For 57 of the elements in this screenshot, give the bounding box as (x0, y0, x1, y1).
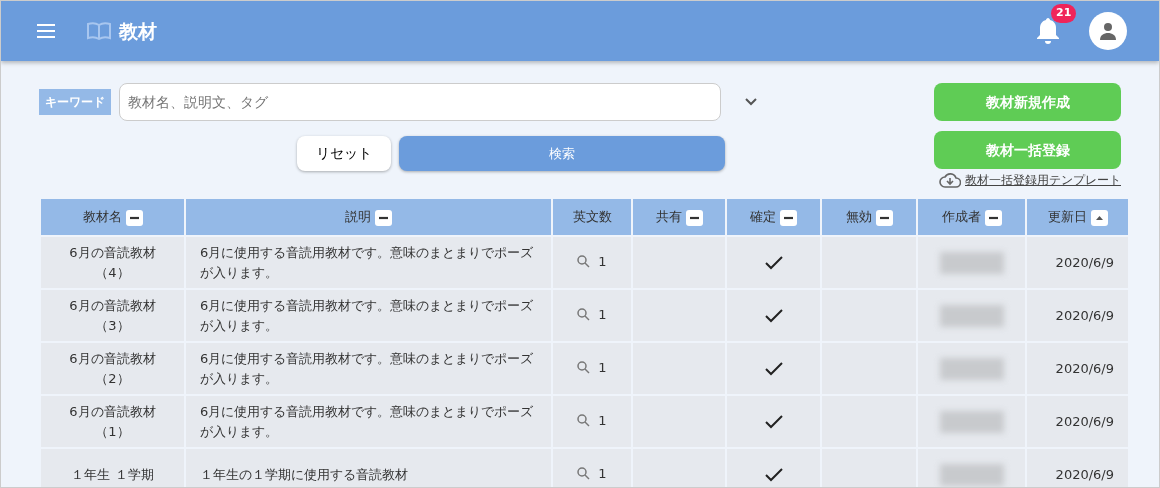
sentence-count-link[interactable]: 1 (577, 410, 607, 431)
description-text: 6月に使用する音読用教材です。意味のまとまりでポーズが入ります。 (200, 404, 534, 439)
collapse-toggle-icon[interactable] (375, 209, 392, 226)
updated-date: 2020/6/9 (1055, 307, 1114, 323)
template-link[interactable]: 教材一括登録用テンプレート (965, 171, 1121, 189)
column-header: 確定 (750, 209, 776, 225)
column-header: 作成者 (941, 209, 981, 225)
search-icon (577, 413, 591, 427)
notification-count: 21 (1051, 4, 1077, 23)
description-text: １年生の１学期に使用する音読教材 (200, 466, 408, 482)
sort-toggle-icon[interactable] (1090, 209, 1108, 226)
material-name: 6月の音読教材（3） (69, 298, 156, 333)
blurred-name (939, 410, 1004, 433)
page-title: 教材 (119, 18, 157, 44)
blurred-name (939, 357, 1004, 380)
material-name: 6月の音読教材（2） (69, 351, 156, 386)
collapse-toggle-icon[interactable] (685, 209, 703, 226)
blurred-name (939, 251, 1004, 274)
material-name: １年生 １学期 (71, 466, 154, 482)
column-header: 英文数 (572, 209, 612, 225)
chevron-down-icon[interactable] (745, 98, 757, 106)
column-header: 説明 (345, 209, 371, 225)
column-header: 更新日 (1047, 209, 1087, 225)
search-icon (577, 360, 591, 374)
search-icon (577, 307, 591, 321)
column-header: 共有 (655, 209, 682, 225)
blurred-name (939, 463, 1004, 486)
search-icon (577, 254, 591, 268)
sentence-count-link[interactable]: 1 (577, 251, 607, 272)
material-name: 6月の音読教材（4） (69, 245, 156, 280)
book-icon (87, 22, 111, 40)
collapse-toggle-icon[interactable] (984, 209, 1002, 226)
avatar-button[interactable] (1089, 12, 1127, 50)
updated-date: 2020/6/9 (1055, 254, 1114, 270)
updated-date: 2020/6/9 (1055, 413, 1114, 429)
user-icon (1099, 22, 1117, 40)
column-header: 無効 (845, 209, 872, 225)
collapse-toggle-icon[interactable] (780, 209, 797, 226)
description-text: 6月に使用する音読用教材です。意味のまとまりでポーズが入ります。 (200, 245, 534, 280)
sentence-count-link[interactable]: 1 (577, 304, 607, 325)
reset-button[interactable]: リセット (297, 136, 391, 171)
bell-icon[interactable] (1035, 16, 1061, 46)
updated-date: 2020/6/9 (1055, 360, 1114, 376)
keyword-label: キーワード (39, 89, 111, 115)
updated-date: 2020/6/9 (1055, 466, 1114, 482)
sentence-count-link[interactable]: 1 (577, 357, 607, 378)
description-text: 6月に使用する音読用教材です。意味のまとまりでポーズが入ります。 (200, 298, 534, 333)
collapse-toggle-icon[interactable] (875, 209, 893, 226)
cloud-download-icon (939, 172, 961, 188)
search-icon (577, 466, 591, 480)
collapse-toggle-icon[interactable] (125, 209, 143, 226)
description-text: 6月に使用する音読用教材です。意味のまとまりでポーズが入ります。 (200, 351, 534, 386)
keyword-input[interactable]: 教材名、説明文、タグ (119, 83, 721, 121)
menu-icon[interactable] (37, 24, 55, 38)
column-header: 教材名 (82, 209, 122, 225)
blurred-name (939, 304, 1004, 327)
material-name: 6月の音読教材（1） (69, 404, 156, 439)
